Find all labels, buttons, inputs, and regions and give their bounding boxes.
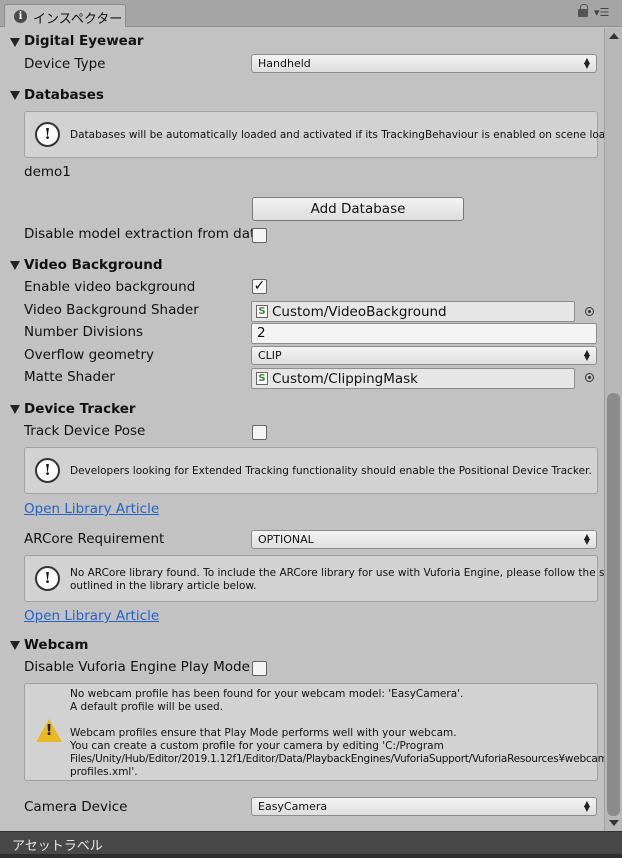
foldout-arrow-icon[interactable] bbox=[10, 38, 20, 47]
webcam-warning-line: profiles.xml'. bbox=[70, 766, 138, 778]
video-background-shader-value: Custom/VideoBackground bbox=[272, 304, 447, 320]
section-databases[interactable]: Databases bbox=[24, 87, 104, 103]
databases-info-text: Databases will be automatically loaded a… bbox=[70, 129, 616, 141]
track-device-pose-checkbox[interactable] bbox=[252, 425, 267, 440]
tab-bar: i インスペクター ▾☰ bbox=[0, 0, 622, 27]
video-background-shader-field[interactable]: S Custom/VideoBackground bbox=[251, 301, 575, 322]
lock-icon[interactable] bbox=[578, 4, 588, 17]
section-device-tracker[interactable]: Device Tracker bbox=[24, 401, 136, 417]
device-tracker-info-text: Developers looking for Extended Tracking… bbox=[70, 465, 592, 477]
webcam-warning-line: Webcam profiles ensure that Play Mode pe… bbox=[70, 727, 457, 739]
matte-shader-label: Matte Shader bbox=[24, 369, 115, 385]
track-device-pose-label: Track Device Pose bbox=[24, 423, 146, 439]
scrollbar-thumb[interactable] bbox=[607, 393, 620, 816]
foldout-arrow-icon[interactable] bbox=[10, 91, 20, 100]
tab-inspector[interactable]: i インスペクター bbox=[4, 4, 126, 27]
matte-shader-value: Custom/ClippingMask bbox=[272, 371, 418, 387]
dropdown-arrows-icon: ▲ ▼ bbox=[583, 799, 590, 813]
overflow-geometry-label: Overflow geometry bbox=[24, 347, 154, 363]
webcam-warning-line: Files/Unity/Hub/Editor/2019.1.12f1/Edito… bbox=[70, 753, 608, 765]
matte-shader-field[interactable]: S Custom/ClippingMask bbox=[251, 368, 575, 389]
device-type-label: Device Type bbox=[24, 56, 106, 72]
foldout-arrow-icon[interactable] bbox=[10, 641, 20, 650]
arcore-requirement-dropdown[interactable]: OPTIONAL ▲ ▼ bbox=[251, 530, 597, 549]
tab-inspector-label: インスペクター bbox=[33, 12, 123, 27]
disable-model-extraction-checkbox[interactable] bbox=[252, 228, 267, 243]
shader-icon: S bbox=[256, 372, 268, 385]
arcore-info-line-1: No ARCore library found. To include the … bbox=[70, 567, 622, 579]
enable-video-background-label: Enable video background bbox=[24, 279, 196, 295]
warning-mark: ! bbox=[45, 721, 53, 739]
dropdown-arrows-icon: ▲ ▼ bbox=[583, 532, 590, 546]
open-library-article-link[interactable]: Open Library Article bbox=[24, 501, 159, 517]
context-menu-icon[interactable]: ▾☰ bbox=[594, 7, 609, 18]
info-icon: i bbox=[14, 10, 27, 23]
webcam-warning-line: You can create a custom profile for your… bbox=[70, 740, 444, 752]
device-type-value: Handheld bbox=[258, 57, 311, 70]
webcam-warning-line: No webcam profile has been found for you… bbox=[70, 688, 464, 700]
database-item: demo1 bbox=[24, 164, 71, 180]
disable-model-extraction-label: Disable model extraction from databa bbox=[24, 226, 254, 242]
open-library-article-link[interactable]: Open Library Article bbox=[24, 608, 159, 624]
video-background-shader-label: Video Background Shader bbox=[24, 302, 199, 318]
device-type-dropdown[interactable]: Handheld ▲ ▼ bbox=[251, 54, 597, 73]
disable-play-mode-label: Disable Vuforia Engine Play Mode bbox=[24, 659, 250, 675]
dropdown-arrows-icon: ▲ ▼ bbox=[583, 348, 590, 362]
scroll-down-icon[interactable] bbox=[609, 820, 619, 826]
number-divisions-input[interactable]: 2 bbox=[251, 323, 597, 344]
device-tracker-info-box: ! Developers looking for Extended Tracki… bbox=[24, 447, 598, 494]
foldout-arrow-icon[interactable] bbox=[10, 405, 20, 414]
info-icon: ! bbox=[35, 458, 60, 483]
scroll-up-icon[interactable] bbox=[609, 33, 619, 39]
object-picker-icon[interactable] bbox=[585, 373, 594, 382]
camera-device-value: EasyCamera bbox=[258, 800, 328, 813]
section-video-background[interactable]: Video Background bbox=[24, 257, 163, 273]
arcore-info-box: ! No ARCore library found. To include th… bbox=[24, 555, 622, 602]
overflow-geometry-value: CLIP bbox=[258, 349, 282, 362]
asset-labels-title: アセットラベル bbox=[12, 839, 103, 854]
enable-video-background-checkbox[interactable]: ✓ bbox=[252, 279, 267, 294]
inspector-content: Digital Eyewear Device Type Handheld ▲ ▼ … bbox=[0, 28, 622, 831]
object-picker-icon[interactable] bbox=[585, 307, 594, 316]
webcam-warning-box: ! No webcam profile has been found for y… bbox=[24, 683, 608, 781]
foldout-arrow-icon[interactable] bbox=[10, 261, 20, 270]
add-database-button[interactable]: Add Database bbox=[252, 197, 464, 221]
bottom-strip bbox=[0, 854, 622, 858]
section-webcam[interactable]: Webcam bbox=[24, 637, 88, 653]
dropdown-arrows-icon: ▲ ▼ bbox=[583, 56, 590, 70]
vertical-scrollbar[interactable] bbox=[604, 28, 622, 831]
camera-device-dropdown[interactable]: EasyCamera ▲ ▼ bbox=[251, 797, 597, 816]
arcore-requirement-value: OPTIONAL bbox=[258, 533, 314, 546]
webcam-warning-line: A default profile will be used. bbox=[70, 701, 224, 713]
disable-play-mode-checkbox[interactable] bbox=[252, 661, 267, 676]
number-divisions-label: Number Divisions bbox=[24, 324, 144, 340]
asset-labels-bar[interactable]: アセットラベル bbox=[0, 831, 622, 858]
overflow-geometry-dropdown[interactable]: CLIP ▲ ▼ bbox=[251, 346, 597, 365]
databases-info-box: ! Databases will be automatically loaded… bbox=[24, 111, 615, 158]
info-icon: ! bbox=[35, 566, 60, 591]
camera-device-label: Camera Device bbox=[24, 799, 128, 815]
shader-icon: S bbox=[256, 305, 268, 318]
inspector-window: i インスペクター ▾☰ Digital Eyewear Device Type… bbox=[0, 0, 622, 858]
info-icon: ! bbox=[35, 122, 60, 147]
arcore-requirement-label: ARCore Requirement bbox=[24, 531, 165, 547]
arcore-info-line-2: outlined in the library article below. bbox=[70, 580, 257, 592]
section-digital-eyewear[interactable]: Digital Eyewear bbox=[24, 33, 144, 49]
